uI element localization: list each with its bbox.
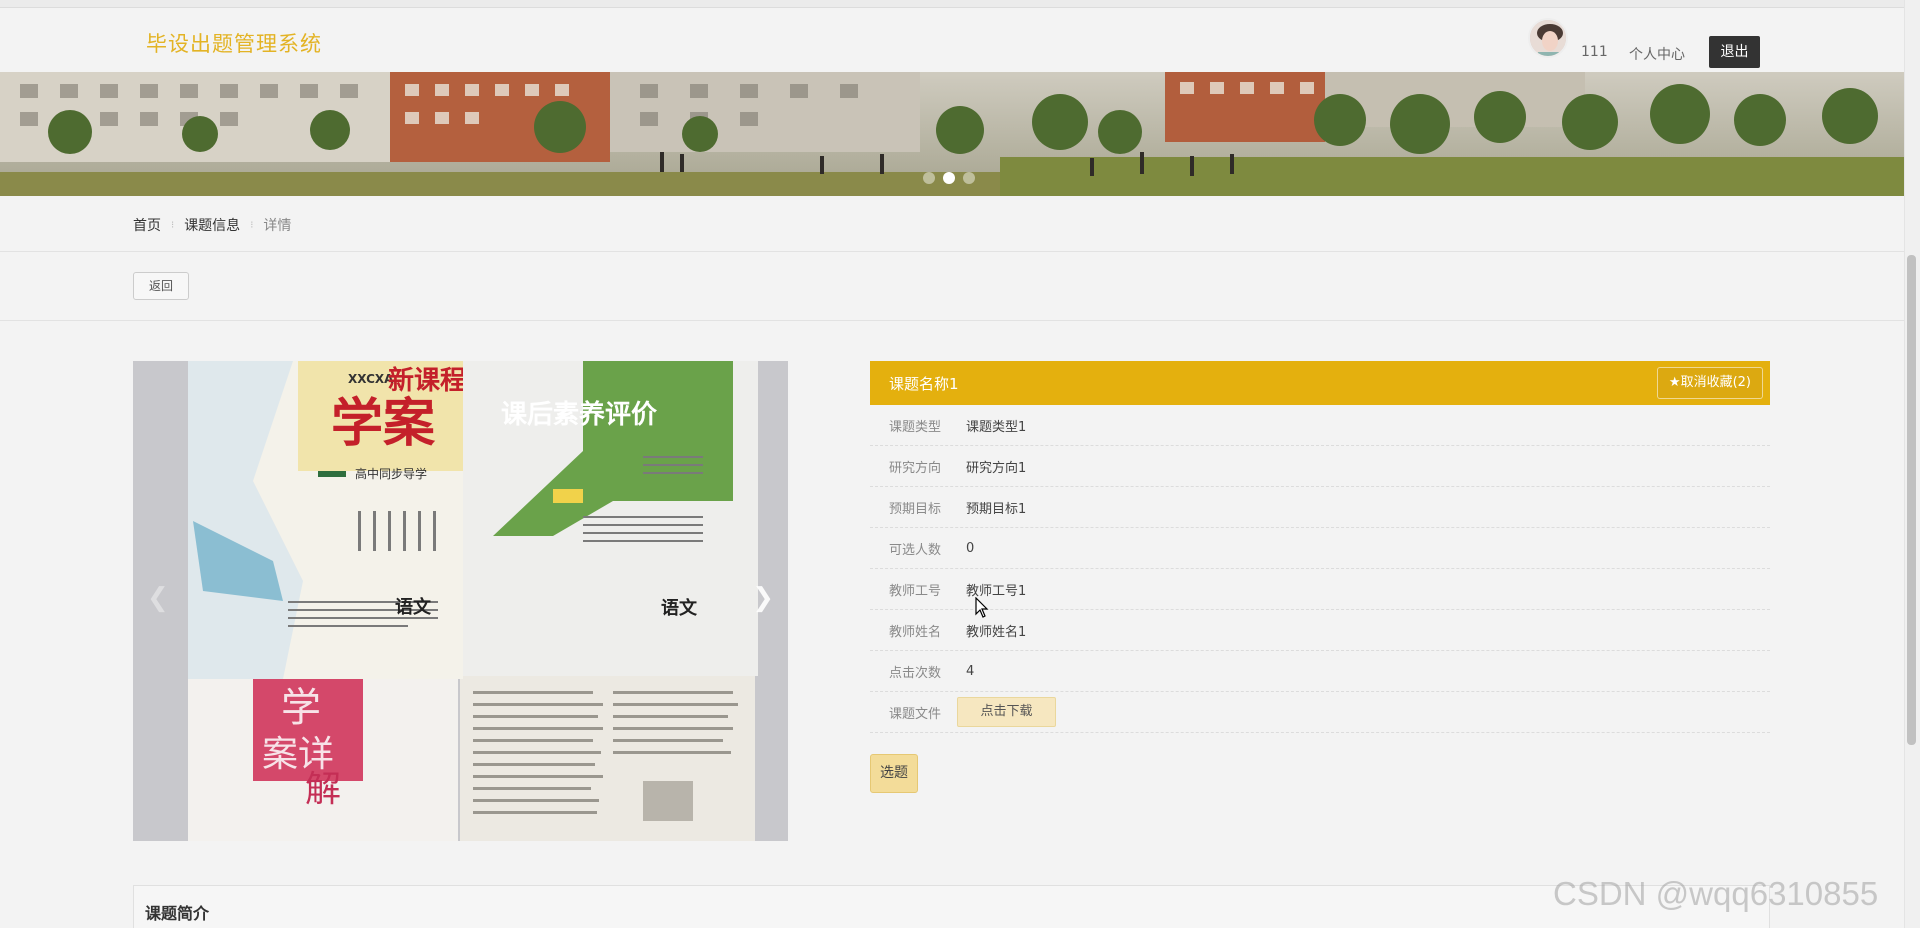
divider (0, 251, 1904, 252)
svg-text:解: 解 (305, 769, 341, 810)
user-center-link[interactable]: 个人中心 (1629, 44, 1685, 64)
download-button[interactable]: 点击下载 (957, 697, 1056, 727)
topic-detail-panel: 课题名称1 ★取消收藏(2) 课题类型 课题类型1 研究方向 研究方向1 预期目… (870, 361, 1770, 733)
field-label: 可选人数 (889, 542, 942, 558)
carousel-prev-icon[interactable]: ❮ (147, 583, 169, 613)
field-value: 预期目标1 (966, 501, 1027, 517)
breadcrumb-current: 详情 (263, 218, 292, 234)
breadcrumb-section[interactable]: 课题信息 (184, 215, 240, 235)
banner-dot-active[interactable] (943, 172, 955, 184)
user-avatar[interactable] (1528, 18, 1568, 58)
svg-text:新课程: 新课程 (388, 365, 466, 396)
select-topic-button[interactable]: 选题 (870, 754, 918, 793)
topic-title: 课题名称1 (889, 374, 959, 393)
field-label: 点击次数 (889, 665, 942, 681)
field-label: 研究方向 (889, 460, 942, 476)
field-row-click-count: 点击次数 4 (870, 651, 1770, 692)
field-value: 教师姓名1 (966, 624, 1027, 640)
field-label: 课题文件 (889, 706, 942, 722)
breadcrumb-separator-icon: ⁝ (250, 219, 254, 231)
svg-text:学案: 学案 (331, 394, 436, 454)
scrollbar-thumb[interactable] (1907, 255, 1916, 745)
topic-intro-title: 课题简介 (145, 904, 210, 923)
topic-image-carousel: 学 案详 解 XXCXA 新课程 学案 高中同步导学 语文 课后素养评价 语文 … (133, 361, 788, 841)
topic-image: 学 案详 解 XXCXA 新课程 学案 高中同步导学 语文 课后素养评价 语文 (133, 361, 788, 841)
carousel-next-icon[interactable]: ❯ (752, 583, 774, 613)
banner-dots (923, 172, 975, 184)
topic-intro-panel: 课题简介 (133, 885, 1770, 928)
breadcrumb-home[interactable]: 首页 (133, 215, 161, 235)
field-row-topic-file: 课题文件 点击下载 (870, 692, 1770, 733)
svg-text:语文: 语文 (395, 596, 432, 618)
field-value: 4 (966, 663, 975, 679)
back-button[interactable]: 返回 (133, 272, 189, 300)
field-label: 课题类型 (889, 419, 942, 435)
field-row-expected-goal: 预期目标 预期目标1 (870, 487, 1770, 528)
svg-text:学: 学 (281, 685, 321, 731)
svg-text:语文: 语文 (661, 597, 698, 619)
svg-text:高中同步导学: 高中同步导学 (355, 466, 427, 481)
breadcrumb-separator-icon: ⁝ (171, 219, 175, 231)
topic-detail-header: 课题名称1 ★取消收藏(2) (870, 361, 1770, 405)
banner-dot[interactable] (963, 172, 975, 184)
field-row-available-slots: 可选人数 0 (870, 528, 1770, 569)
svg-text:课后素养评价: 课后素养评价 (501, 399, 658, 430)
field-label: 教师姓名 (889, 624, 942, 640)
field-row-teacher-id: 教师工号 教师工号1 (870, 569, 1770, 610)
field-value: 课题类型1 (966, 419, 1027, 435)
site-header: 毕设出题管理系统 111 个人中心 退出 (0, 8, 1904, 72)
banner-dot[interactable] (923, 172, 935, 184)
field-value: 0 (966, 540, 975, 556)
mouse-pointer-icon (975, 597, 989, 618)
field-row-topic-type: 课题类型 课题类型1 (870, 405, 1770, 446)
field-value: 研究方向1 (966, 460, 1027, 476)
top-divider (0, 0, 1904, 8)
banner-carousel (0, 72, 1904, 196)
logout-button[interactable]: 退出 (1709, 36, 1760, 68)
watermark: CSDN @wqq6310855 (1553, 875, 1879, 912)
breadcrumb: 首页 ⁝ 课题信息 ⁝ 详情 (133, 215, 291, 235)
username: 111 (1581, 44, 1608, 60)
unfavorite-button[interactable]: ★取消收藏(2) (1656, 367, 1763, 399)
field-label: 教师工号 (889, 583, 942, 599)
field-label: 预期目标 (889, 501, 942, 517)
field-row-research-direction: 研究方向 研究方向1 (870, 446, 1770, 487)
divider (0, 320, 1904, 321)
field-row-teacher-name: 教师姓名 教师姓名1 (870, 610, 1770, 651)
field-value: 教师工号1 (966, 583, 1027, 599)
site-title[interactable]: 毕设出题管理系统 (146, 28, 322, 58)
